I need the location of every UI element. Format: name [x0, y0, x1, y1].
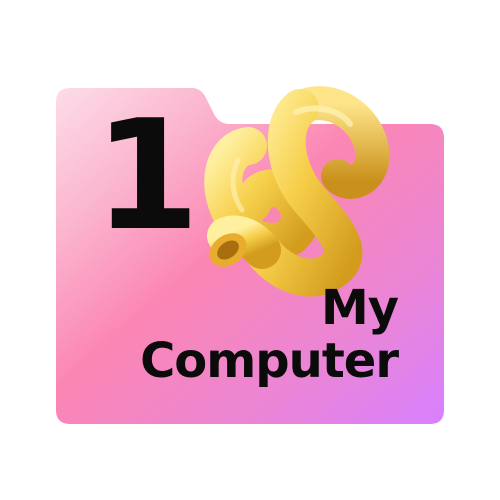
folder-number: 1: [94, 87, 200, 264]
folder-label-line-2: Computer: [140, 333, 399, 389]
folder-icon: [56, 86, 444, 424]
folder-tile[interactable]: 1 My Computer: [0, 0, 500, 500]
folder-label-line-1: My: [320, 280, 399, 336]
